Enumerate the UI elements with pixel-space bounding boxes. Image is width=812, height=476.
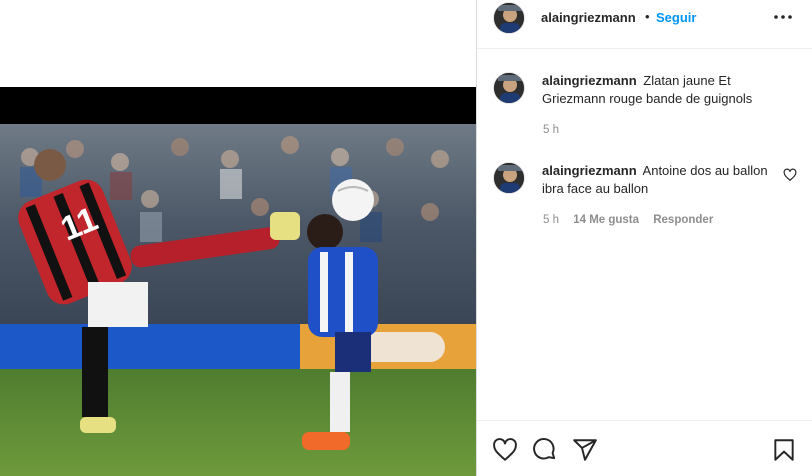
post-side-panel: alaingriezmann • Seguir alaingriezmann Z…: [476, 0, 812, 476]
author-avatar[interactable]: [493, 2, 525, 34]
post-video[interactable]: 11: [0, 87, 476, 476]
follow-button[interactable]: Seguir: [656, 10, 696, 25]
post-header: alaingriezmann • Seguir: [477, 0, 812, 49]
comment-meta: 5 h: [543, 124, 570, 136]
comment-username[interactable]: alaingriezmann: [542, 163, 637, 178]
more-options-icon[interactable]: [771, 8, 795, 26]
comment-username[interactable]: alaingriezmann: [542, 73, 637, 88]
author-username[interactable]: alaingriezmann: [541, 10, 636, 25]
reply-button[interactable]: Responder: [653, 214, 713, 226]
comment-likes[interactable]: 14 Me gusta: [573, 214, 639, 226]
media-pane: 11: [0, 0, 476, 476]
comment-meta: 5 h 14 Me gusta Responder: [543, 214, 724, 226]
separator-dot: •: [645, 9, 650, 24]
comment-icon[interactable]: [532, 437, 558, 463]
comment-item: alaingriezmann Zlatan jaune Et Griezmann…: [477, 72, 812, 142]
comment-body: alaingriezmann Zlatan jaune Et Griezmann…: [542, 72, 782, 108]
heart-icon[interactable]: [492, 437, 518, 463]
video-frame-illustration: 11: [0, 87, 476, 476]
comment-time[interactable]: 5 h: [543, 124, 559, 136]
comment-avatar[interactable]: [493, 72, 525, 104]
comment-body: alaingriezmann Antoine dos au ballon ibr…: [542, 162, 782, 198]
comment-avatar[interactable]: [493, 162, 525, 194]
share-icon[interactable]: [572, 437, 598, 463]
comment-time[interactable]: 5 h: [543, 214, 559, 226]
comment-item: alaingriezmann Antoine dos au ballon ibr…: [477, 162, 812, 232]
action-bar: [477, 420, 812, 476]
bookmark-icon[interactable]: [771, 437, 797, 463]
comment-like-heart-icon[interactable]: [783, 168, 797, 182]
